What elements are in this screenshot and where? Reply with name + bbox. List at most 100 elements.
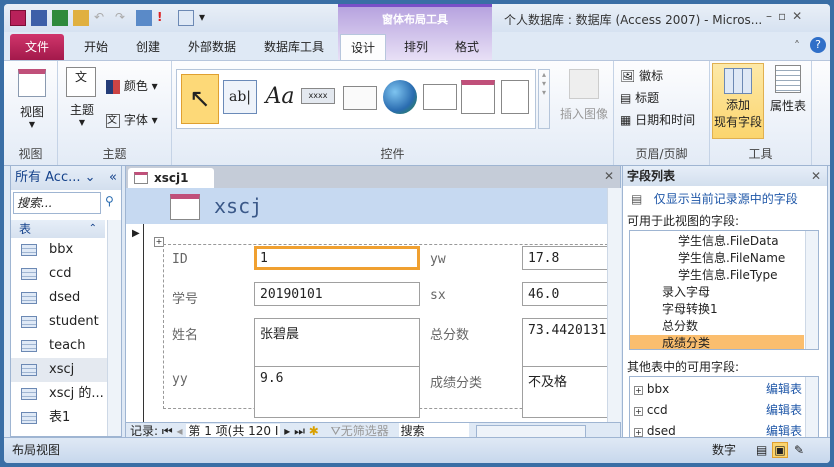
tab-control-icon[interactable]: [343, 86, 377, 110]
field-value-input[interactable]: 不及格: [522, 366, 608, 418]
form-icon: [134, 172, 148, 184]
tab-home[interactable]: 开始: [74, 34, 118, 60]
collapse-pane-icon[interactable]: «: [109, 166, 117, 190]
design-icon[interactable]: [73, 10, 89, 26]
last-record-icon[interactable]: ⏭: [294, 424, 305, 438]
add-existing-fields-button[interactable]: 添加 现有字段: [712, 63, 764, 139]
tab-file[interactable]: 文件: [10, 34, 64, 60]
available-field-item[interactable]: 总分数: [630, 318, 804, 335]
next-record-icon[interactable]: ▸: [284, 424, 290, 438]
insert-image-button[interactable]: 插入图像: [560, 69, 608, 122]
navigation-control-icon[interactable]: [461, 80, 495, 114]
excel-icon[interactable]: [52, 10, 68, 26]
new-record-icon[interactable]: ✱: [309, 424, 319, 438]
form-vertical-scrollbar[interactable]: [607, 188, 621, 422]
button-control-icon[interactable]: xxxx: [301, 88, 335, 104]
other-table-item[interactable]: + ccd 编辑表: [630, 400, 804, 420]
field-value-input[interactable]: 9.6: [254, 366, 420, 418]
available-field-item[interactable]: 录入字母: [630, 284, 804, 301]
nav-scrollbar[interactable]: [107, 220, 121, 436]
redo-icon[interactable]: ↷: [115, 10, 131, 26]
datetime-button[interactable]: ▦ 日期和时间: [620, 111, 695, 128]
chevron-down-icon[interactable]: ⌄: [85, 170, 96, 185]
select-pointer-icon[interactable]: ↖: [181, 74, 219, 124]
field-value-input[interactable]: 17.8: [522, 246, 608, 270]
nav-item[interactable]: ccd: [11, 262, 107, 286]
available-field-item[interactable]: 学生信息.FileName: [630, 250, 804, 267]
nav-item[interactable]: xscj: [11, 358, 107, 382]
close-field-list-icon[interactable]: ✕: [811, 166, 821, 186]
expand-icon[interactable]: +: [634, 428, 643, 437]
gallery-scroll[interactable]: ▴ ▾ ▾: [538, 69, 550, 129]
available-fields-scrollbar[interactable]: [805, 231, 818, 349]
nav-item[interactable]: teach: [11, 334, 107, 358]
form-icon[interactable]: [136, 10, 152, 26]
tab-database-tools[interactable]: 数据库工具: [254, 34, 334, 60]
hyperlink-icon[interactable]: [383, 80, 417, 114]
combo-box-icon[interactable]: [501, 80, 529, 114]
close-document-icon[interactable]: ✕: [604, 169, 614, 183]
minimize-icon[interactable]: –: [766, 9, 778, 23]
tab-format[interactable]: 格式: [445, 34, 489, 60]
undo-icon[interactable]: ↶: [94, 10, 110, 26]
show-only-current-fields-link[interactable]: ▤ 仅显示当前记录源中的字段: [631, 190, 798, 207]
field-value-input[interactable]: 1: [254, 246, 420, 270]
theme-button[interactable]: 文 主题 ▼: [66, 67, 98, 127]
layout-view-button-icon[interactable]: ▣: [772, 442, 788, 458]
available-field-item[interactable]: 学生信息.FileData: [630, 233, 804, 250]
field-value-input[interactable]: 73.4420131: [522, 318, 608, 370]
nav-section-tables[interactable]: 表 ⌃: [11, 220, 105, 238]
save-icon[interactable]: [31, 10, 47, 26]
close-icon[interactable]: ✕: [792, 9, 808, 23]
label-icon[interactable]: Aa: [263, 80, 297, 114]
first-record-icon[interactable]: ⏮: [162, 424, 173, 438]
filter-button[interactable]: ⛛无筛选器: [331, 424, 389, 438]
nav-item[interactable]: 表1: [11, 406, 107, 430]
field-value-input[interactable]: 20190101: [254, 282, 420, 306]
web-browser-icon[interactable]: [423, 84, 457, 110]
text-box-icon[interactable]: ab|: [223, 80, 257, 114]
title-button[interactable]: ▤ 标题: [620, 89, 659, 106]
restore-icon[interactable]: ▫: [778, 9, 792, 23]
expand-icon[interactable]: +: [634, 386, 643, 395]
field-value-input[interactable]: 46.0: [522, 282, 608, 306]
search-icon[interactable]: ⚲: [105, 194, 114, 208]
tab-design[interactable]: 设计: [340, 34, 387, 61]
nav-item[interactable]: xscj 的...: [11, 382, 107, 406]
group-view: 视图 ▼ 视图: [4, 61, 58, 165]
edit-table-link[interactable]: 编辑表: [766, 379, 802, 399]
property-sheet-button[interactable]: 属性表: [768, 65, 808, 114]
table-icon[interactable]: [178, 10, 194, 26]
available-field-item[interactable]: 学生信息.FileType: [630, 267, 804, 284]
nav-item[interactable]: bbx: [11, 238, 107, 262]
record-selector[interactable]: ▶: [126, 224, 144, 422]
document-tab-xscj1[interactable]: xscj1: [128, 168, 214, 188]
minimize-ribbon-icon[interactable]: ˄: [794, 39, 800, 53]
form-view-button-icon[interactable]: ▤: [756, 438, 767, 462]
logo-button[interactable]: 🖼 徽标: [620, 67, 663, 84]
fonts-button[interactable]: 文 字体 ▾: [106, 111, 158, 128]
other-table-item[interactable]: + bbx 编辑表: [630, 379, 804, 399]
nav-header[interactable]: 所有 Acc... ⌄ «: [11, 166, 121, 190]
help-icon[interactable]: ?: [810, 37, 826, 53]
table-icon: [21, 412, 37, 424]
field-value-input[interactable]: 张碧晨: [254, 318, 420, 370]
view-button[interactable]: 视图 ▼: [12, 69, 52, 139]
tab-create[interactable]: 创建: [126, 34, 170, 60]
colors-button[interactable]: 颜色 ▾: [106, 77, 158, 94]
edit-table-link[interactable]: 编辑表: [766, 400, 802, 420]
nav-item[interactable]: dsed: [11, 286, 107, 310]
run-icon[interactable]: !: [157, 10, 173, 26]
nav-item[interactable]: student: [11, 310, 107, 334]
record-position-input[interactable]: 第 1 项(共 120 I: [186, 424, 281, 438]
tab-external-data[interactable]: 外部数据: [178, 34, 246, 60]
other-tables-scrollbar[interactable]: [805, 377, 818, 439]
design-view-button-icon[interactable]: ✎: [794, 438, 804, 462]
nav-search-input[interactable]: 搜索...: [13, 192, 101, 214]
customize-qat-icon[interactable]: ▾: [199, 10, 215, 26]
available-field-item[interactable]: 字母转换1: [630, 301, 804, 318]
expand-icon[interactable]: +: [634, 407, 643, 416]
available-field-item[interactable]: 成绩分类: [630, 335, 804, 349]
prev-record-icon[interactable]: ◂: [177, 424, 183, 438]
tab-arrange[interactable]: 排列: [394, 34, 438, 60]
